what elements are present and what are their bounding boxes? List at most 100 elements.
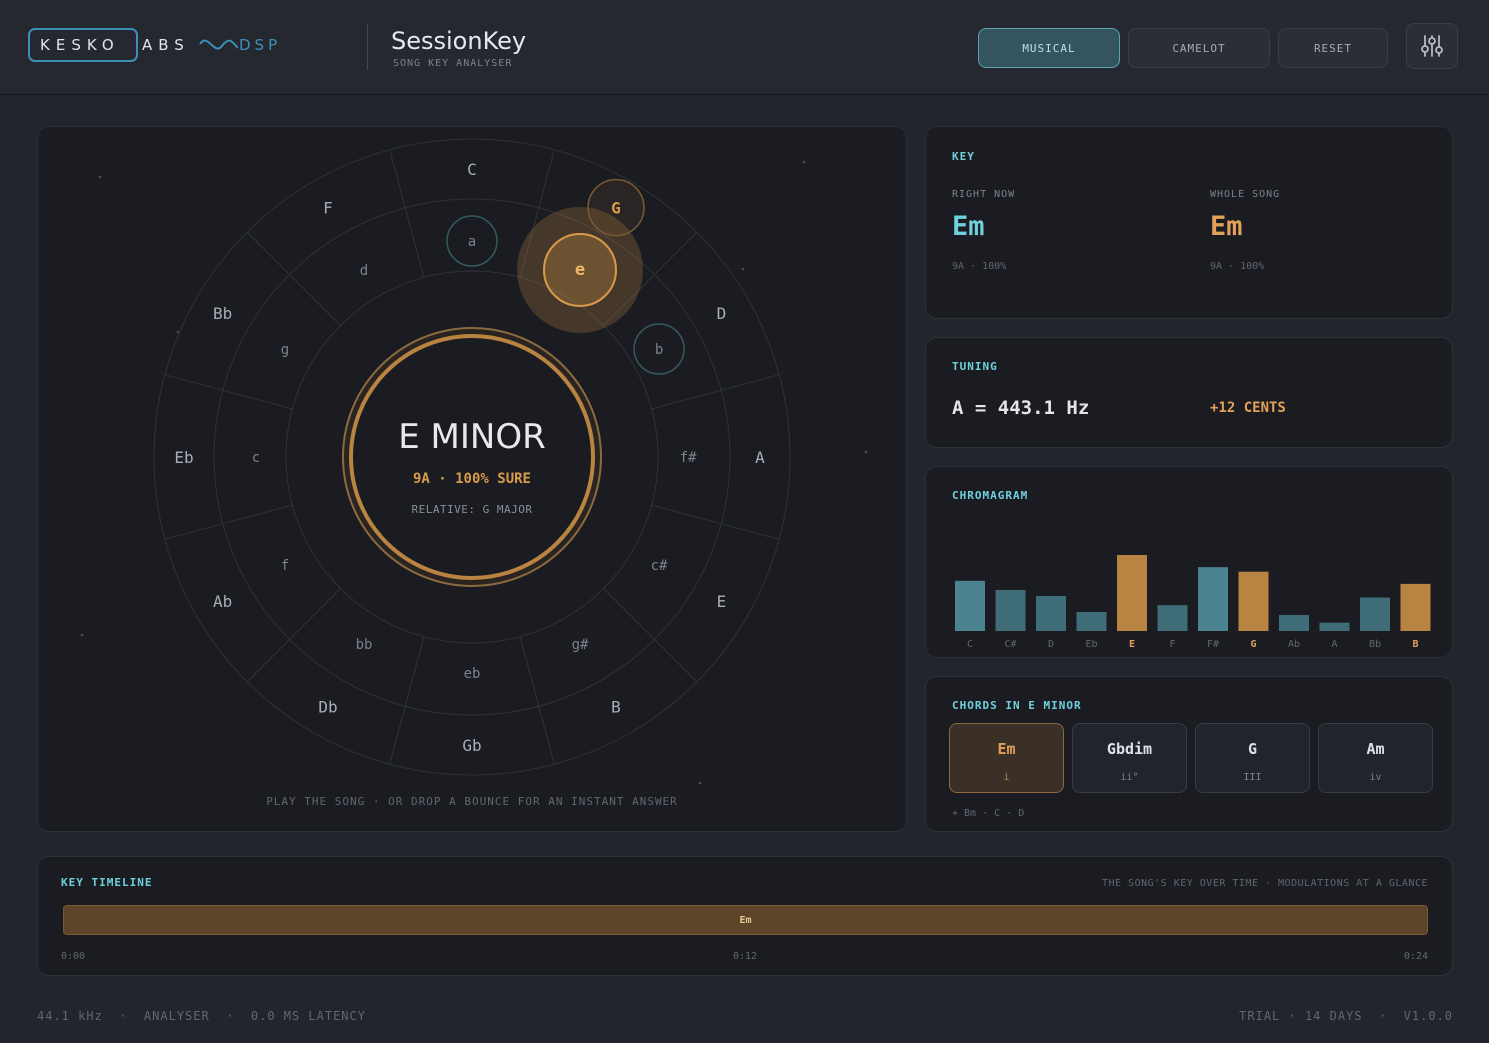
minor-key-label-bb[interactable]: bb [356, 637, 373, 653]
settings-button[interactable] [1406, 23, 1458, 69]
tuning-panel: TUNING A = 443.1 Hz +12 CENTS [925, 337, 1453, 448]
chord-degree: iv [1369, 772, 1382, 783]
key-panel: KEY RIGHT NOW Em 9A · 100% WHOLE SONG Em… [925, 126, 1453, 319]
minor-key-label-eb[interactable]: eb [464, 666, 481, 682]
right-now-sub: 9A · 100% [952, 261, 1007, 272]
right-now-label: RIGHT NOW [952, 189, 1016, 200]
sector-divider [389, 636, 425, 765]
chroma-bar-e [1117, 555, 1147, 631]
sector-divider [164, 504, 293, 540]
logo-brand-left: KESKO [40, 36, 120, 54]
tuning-panel-title: TUNING [952, 360, 998, 373]
header-bar: KESKO ABS DSP SessionKey SONG KEY ANALYS… [0, 0, 1489, 95]
key-panel-title: KEY [952, 150, 975, 163]
chord-degree: III [1243, 772, 1262, 783]
bg-dot [98, 175, 102, 179]
chords-panel: CHORDS IN E MINOR Em i Gbdim ii° G III A… [925, 676, 1453, 832]
timeline-caption: THE SONG'S KEY OVER TIME · MODULATIONS A… [1101, 878, 1428, 889]
key-timeline-panel: KEY TIMELINE THE SONG'S KEY OVER TIME · … [37, 856, 1453, 976]
timeline-start-time: 0:00 [61, 951, 86, 962]
chroma-bar-f [1157, 605, 1188, 631]
sector-divider [164, 374, 293, 410]
chord-name: G [1247, 740, 1258, 758]
major-key-label-a[interactable]: A [755, 448, 765, 467]
minor-key-label-g[interactable]: g [281, 342, 289, 358]
chroma-bar-c-sharp [995, 589, 1026, 631]
chroma-bar-b [1400, 583, 1431, 631]
chromagram-panel: CHROMAGRAM C C# D Eb E F F# G Ab A Bb B [925, 466, 1453, 658]
major-key-label-d[interactable]: D [717, 304, 727, 323]
more-chords: + Bm · C · D [952, 808, 1025, 819]
footer-status: 44.1 kHz · ANALYSER · 0.0 MS LATENCY [37, 1009, 366, 1023]
timeline-mid-time: 0:12 [733, 951, 758, 962]
chroma-note-label: Eb [1085, 639, 1097, 650]
minor-key-label-b[interactable]: b [655, 342, 663, 358]
tuning-cents: +12 CENTS [1210, 400, 1286, 416]
chord-card-gbdim[interactable]: Gbdim ii° [1072, 723, 1187, 793]
chroma-note-label: E [1129, 639, 1135, 650]
minor-key-label-d[interactable]: d [360, 263, 368, 279]
major-key-label-g[interactable]: G [611, 199, 621, 218]
detected-key-confidence: 9A · 100% SURE [412, 471, 531, 487]
sector-divider [603, 588, 698, 683]
major-key-label-c[interactable]: C [467, 160, 477, 179]
reset-button[interactable]: RESET [1278, 28, 1388, 68]
sliders-icon [1421, 35, 1443, 57]
chroma-bar-f-sharp [1198, 567, 1228, 631]
chord-card-g[interactable]: G III [1195, 723, 1310, 793]
minor-key-label-a[interactable]: a [468, 234, 476, 250]
tuning-reference: A = 443.1 Hz [952, 397, 1090, 419]
whole-song-sub: 9A · 100% [1210, 261, 1265, 272]
wheel-hint-text: PLAY THE SONG · OR DROP A BOUNCE FOR AN … [266, 795, 678, 808]
chroma-note-label: G [1250, 639, 1256, 650]
chromagram-chart: C C# D Eb E F F# G Ab A Bb B [955, 555, 1431, 650]
chroma-note-label: D [1048, 639, 1054, 650]
chord-name: Em [997, 740, 1016, 758]
major-key-label-ab[interactable]: Ab [213, 592, 232, 611]
chord-card-em[interactable]: Em i [949, 723, 1064, 793]
minor-key-label-f-sharp[interactable]: f# [680, 450, 697, 466]
timeline-title: KEY TIMELINE [61, 876, 153, 889]
chord-degree: i [1003, 772, 1010, 783]
chroma-note-label: F# [1207, 639, 1219, 650]
chroma-note-label: Ab [1288, 639, 1300, 650]
minor-key-label-c[interactable]: c [252, 450, 260, 466]
major-key-label-e[interactable]: E [717, 592, 727, 611]
major-key-label-eb[interactable]: Eb [174, 448, 193, 467]
footer-license: TRIAL · 14 DAYS · V1.0.0 [1239, 1009, 1453, 1023]
relative-key: RELATIVE: G MAJOR [411, 503, 533, 516]
mode-musical-button[interactable]: MUSICAL [978, 28, 1120, 68]
bg-dot [741, 267, 745, 271]
timeline-segment-em[interactable]: Em [63, 905, 1428, 935]
chroma-bar-c [955, 580, 985, 631]
chroma-bar-ab [1279, 615, 1309, 631]
major-key-label-b[interactable]: B [611, 697, 621, 716]
major-key-label-gb[interactable]: Gb [462, 736, 481, 755]
detected-key-name: E MINOR [398, 417, 546, 457]
minor-key-label-c-sharp[interactable]: c# [651, 558, 668, 574]
whole-song-key: Em [1210, 211, 1243, 242]
major-key-label-db[interactable]: Db [318, 697, 337, 716]
chroma-note-label: F [1169, 639, 1175, 650]
mode-camelot-button[interactable]: CAMELOT [1128, 28, 1270, 68]
chroma-bar-d [1036, 596, 1066, 631]
bg-dot [802, 160, 806, 164]
chord-card-am[interactable]: Am iv [1318, 723, 1433, 793]
sector-divider [651, 504, 780, 540]
chroma-note-label: A [1331, 639, 1337, 650]
sector-divider [389, 149, 425, 278]
minor-key-label-g-sharp[interactable]: g# [572, 637, 589, 653]
app-subtitle: SONG KEY ANALYSER [393, 58, 513, 69]
key-wheel-panel: C G D A E B Gb Db Ab Eb Bb Fa e b f# c# g# eb bb f c g d E MIN… [37, 126, 907, 832]
major-key-label-f[interactable]: F [323, 199, 333, 218]
chord-degree: ii° [1120, 772, 1139, 783]
bg-dot [864, 450, 868, 454]
chroma-bar-eb [1076, 612, 1107, 631]
minor-key-label-e[interactable]: e [575, 260, 585, 280]
chord-name: Am [1366, 740, 1385, 758]
logo-suffix: DSP [239, 36, 282, 54]
logo-brand-right: ABS [142, 36, 190, 54]
major-key-label-bb[interactable]: Bb [213, 304, 232, 323]
kesko-labs-logo: KESKO ABS DSP [28, 28, 298, 68]
minor-key-label-f[interactable]: f [281, 558, 289, 574]
